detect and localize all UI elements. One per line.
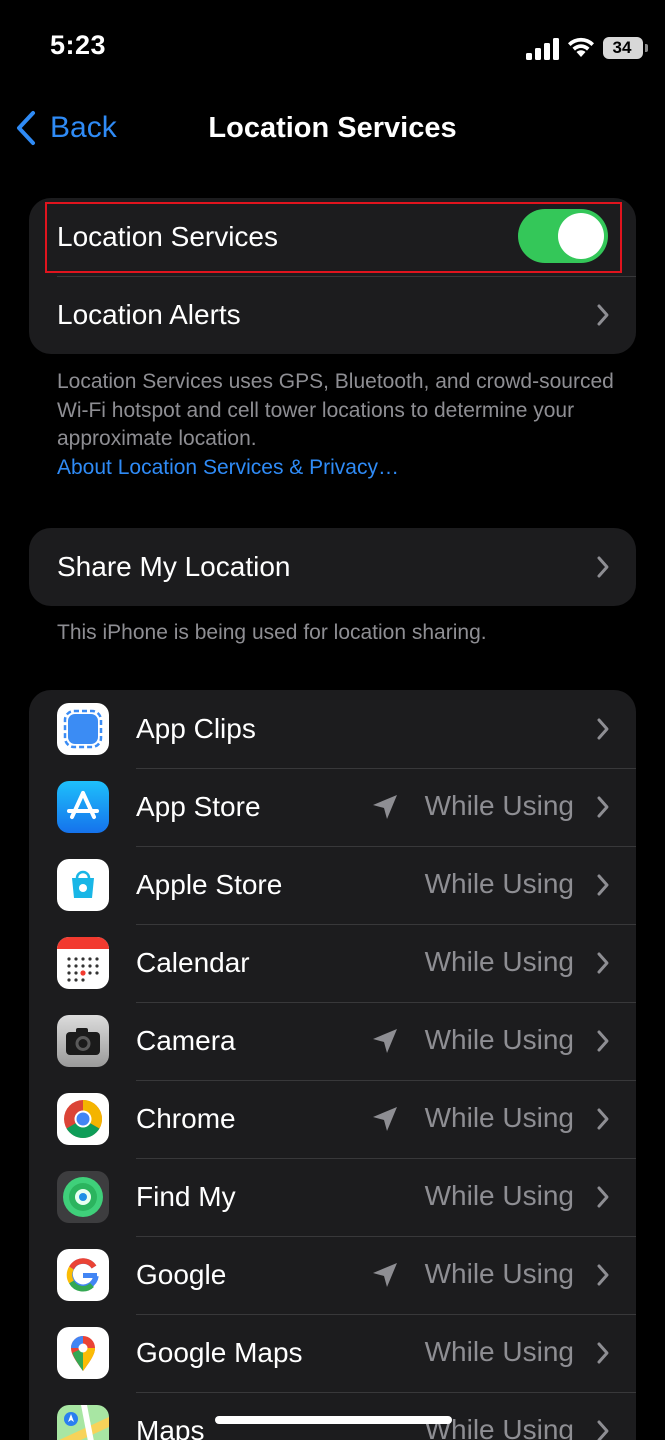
google-icon [57,1249,109,1301]
navigation-bar: Back Location Services [0,96,665,162]
app-row-google[interactable]: Google While Using [29,1236,636,1314]
permission-value: While Using [424,868,574,899]
chevron-right-icon [597,304,609,326]
row-separator [136,1236,636,1237]
app-name: Apple Store [136,869,283,900]
permission-value: While Using [424,1336,574,1367]
calendar-icon [57,937,109,989]
location-arrow-icon [373,795,397,819]
location-arrow-icon [373,1107,397,1131]
chrome-icon [57,1093,109,1145]
row-separator [136,1158,636,1159]
location-services-footnote: Location Services uses GPS, Bluetooth, a… [57,368,617,482]
app-row-calendar[interactable]: Calendar While Using [29,924,636,1002]
permission-value: While Using [424,1024,574,1055]
app-row-camera[interactable]: Camera While Using [29,1002,636,1080]
app-list: App Clips App Store While Using Apple St… [29,690,636,1440]
row-separator [57,276,636,277]
chevron-right-icon [597,718,609,740]
share-footnote: This iPhone is being used for location s… [57,621,487,644]
app-store-icon [57,781,109,833]
row-separator [136,1314,636,1315]
battery-level: 34 [612,38,632,57]
app-name: Find My [136,1181,236,1212]
chevron-right-icon [597,796,609,818]
app-row-chrome[interactable]: Chrome While Using [29,1080,636,1158]
permission-value: While Using [424,1102,574,1133]
chevron-right-icon [597,1342,609,1364]
row-separator [136,768,636,769]
app-row-google-maps[interactable]: Google Maps While Using [29,1314,636,1392]
wifi-icon [568,37,594,57]
share-my-location-label: Share My Location [57,551,291,582]
page-title: Location Services [208,112,457,144]
app-name: App Store [136,791,261,822]
row-separator [136,1002,636,1003]
location-arrow-icon [373,1029,397,1053]
status-time: 5:23 [50,30,107,60]
home-indicator[interactable] [215,1416,452,1424]
share-location-group: Share My Location [29,528,636,606]
app-name: Google [136,1259,227,1290]
app-name: Maps [136,1415,205,1440]
chevron-right-icon [597,556,609,578]
permission-value: While Using [424,790,574,821]
status-bar: 5:23 34 [0,0,665,96]
footnote-text: Location Services uses GPS, Bluetooth, a… [57,370,614,450]
row-separator [136,924,636,925]
battery-icon: 34 [603,37,648,59]
app-row-apple-store[interactable]: Apple Store While Using [29,846,636,924]
chevron-right-icon [597,1186,609,1208]
app-row-app-clips[interactable]: App Clips [29,690,636,768]
app-clips-icon [57,703,109,755]
chevron-right-icon [597,1420,609,1440]
privacy-link[interactable]: About Location Services & Privacy… [57,454,617,483]
maps-icon [57,1405,109,1440]
chevron-right-icon [597,952,609,974]
permission-value: While Using [424,946,574,977]
highlight-box [45,202,622,273]
permission-value: While Using [424,1180,574,1211]
google-maps-icon [57,1327,109,1379]
location-arrow-icon [373,1263,397,1287]
apple-store-icon [57,859,109,911]
row-separator [136,1080,636,1081]
row-separator [136,846,636,847]
app-name: App Clips [136,713,256,744]
app-name: Calendar [136,947,250,978]
chevron-right-icon [597,874,609,896]
chevron-right-icon [597,1264,609,1286]
share-my-location-row[interactable]: Share My Location [29,528,636,606]
cellular-signal-icon [526,38,559,60]
find-my-icon [57,1171,109,1223]
row-separator [136,1392,636,1393]
app-name: Chrome [136,1103,236,1134]
chevron-right-icon [597,1108,609,1130]
app-row-app-store[interactable]: App Store While Using [29,768,636,846]
app-row-find-my[interactable]: Find My While Using [29,1158,636,1236]
location-alerts-row[interactable]: Location Alerts [29,276,636,354]
chevron-right-icon [597,1030,609,1052]
camera-icon [57,1015,109,1067]
app-name: Google Maps [136,1337,303,1368]
permission-value: While Using [424,1258,574,1289]
location-alerts-label: Location Alerts [57,299,241,330]
app-name: Camera [136,1025,236,1056]
